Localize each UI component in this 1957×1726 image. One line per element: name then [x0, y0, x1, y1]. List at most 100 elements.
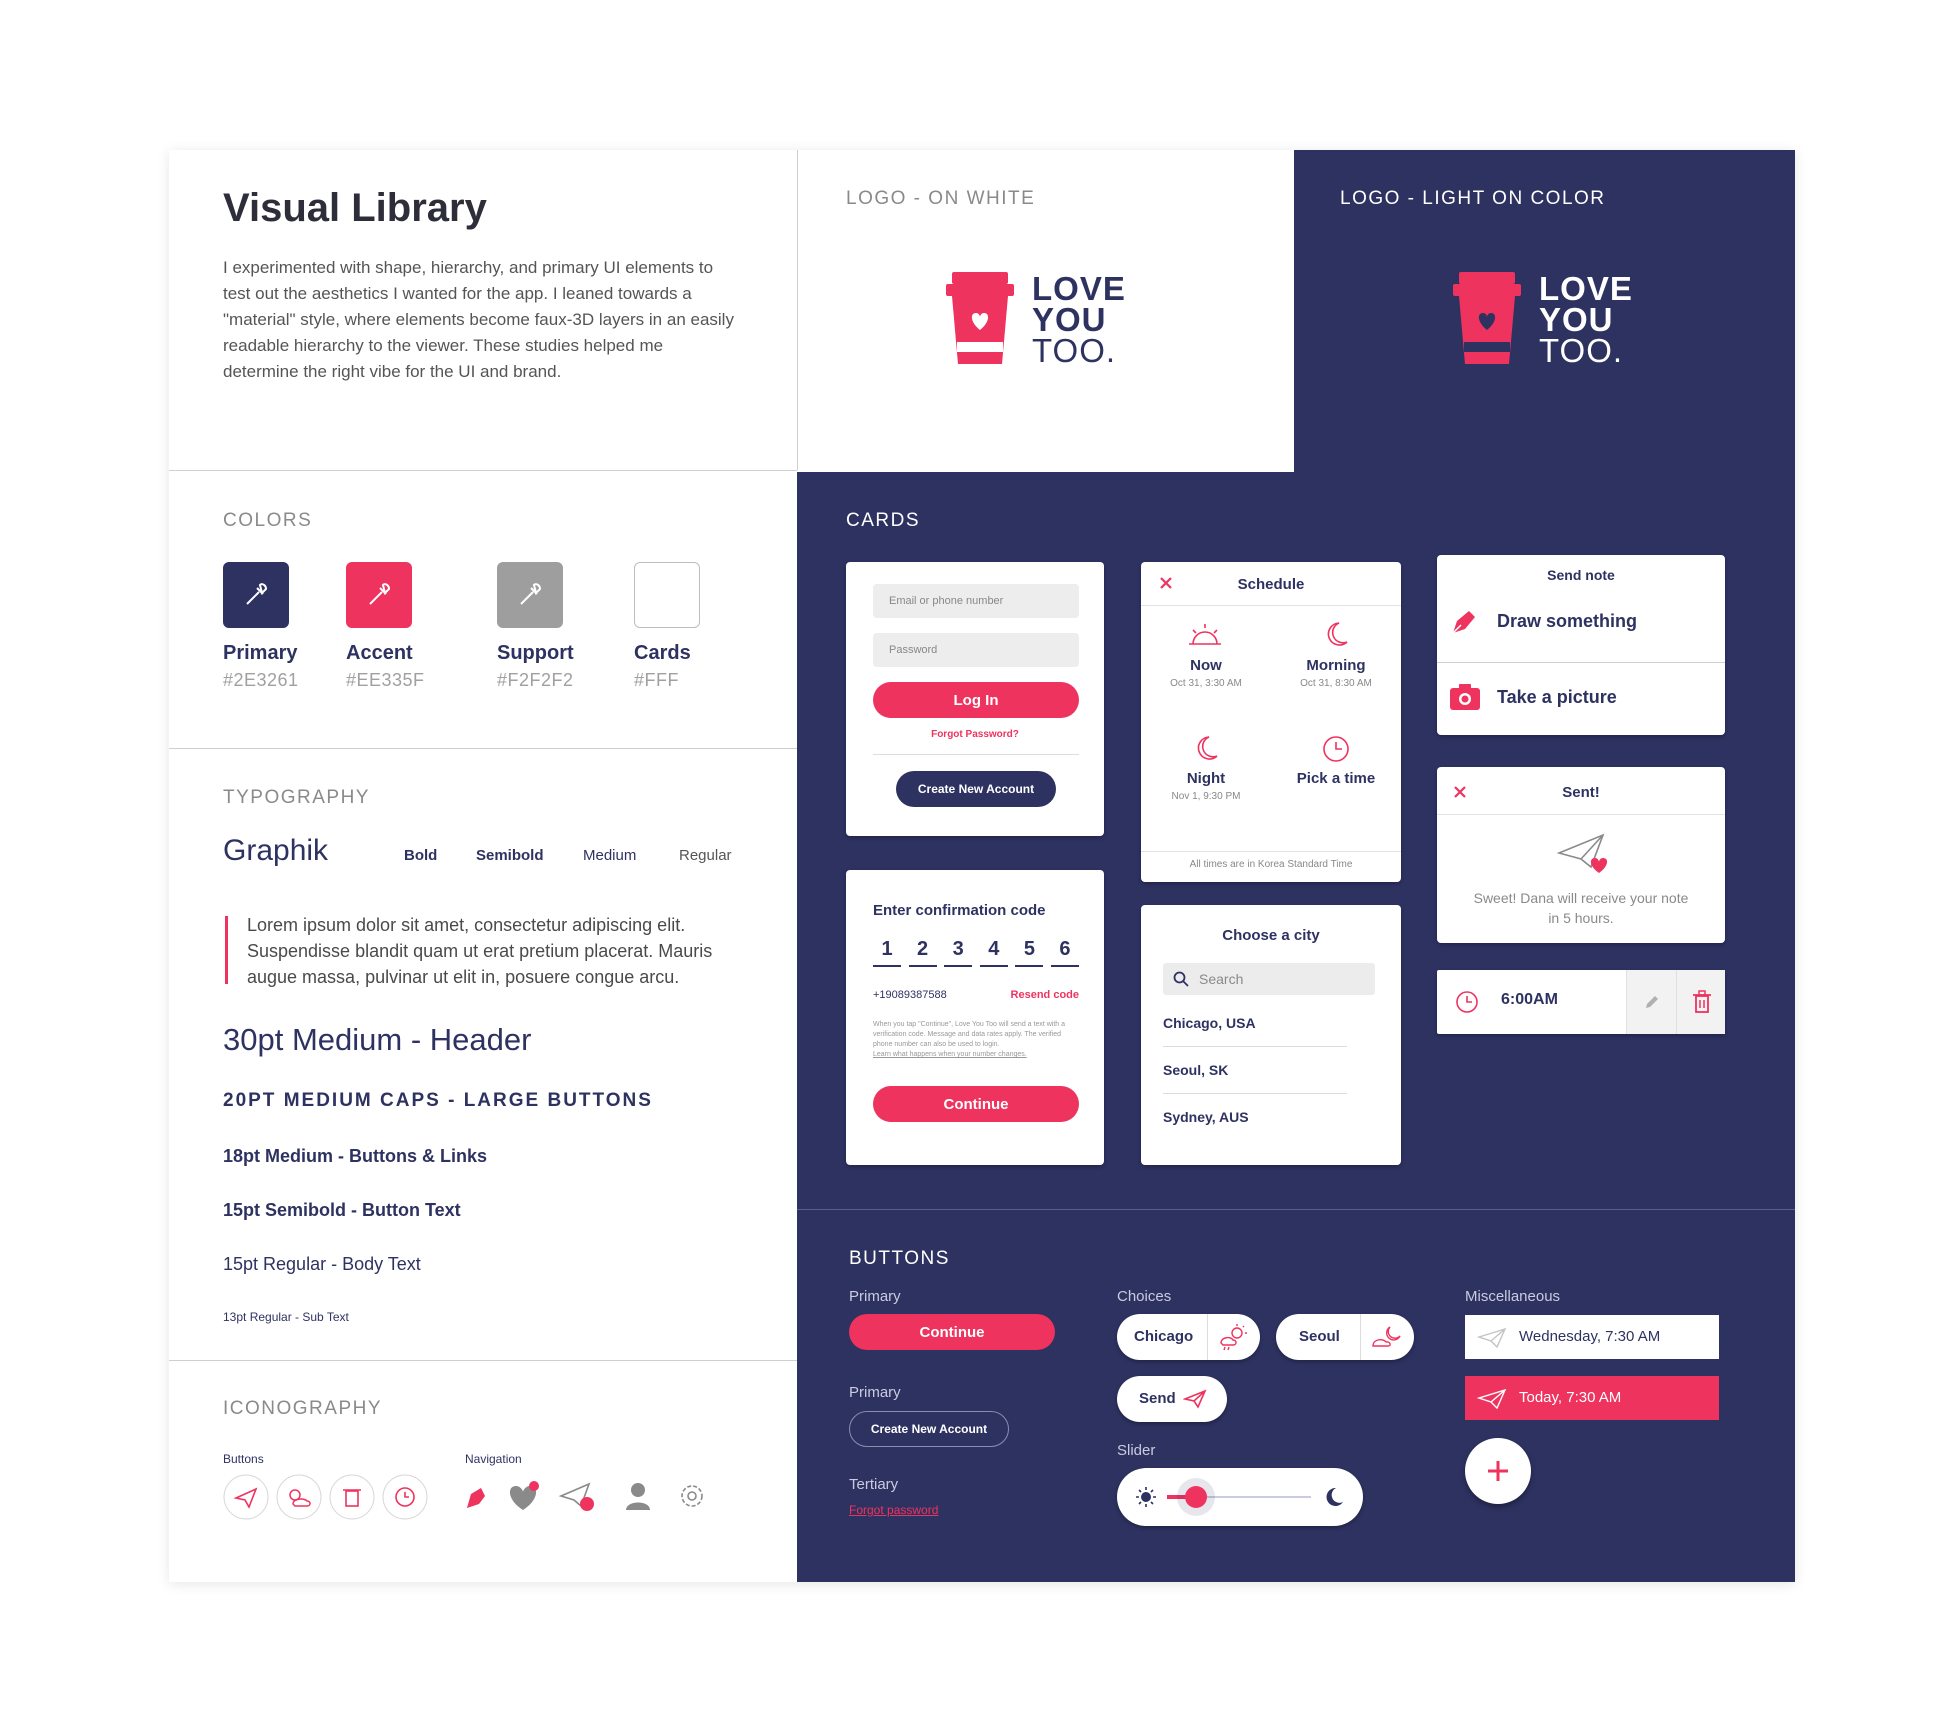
color-name: Support	[497, 642, 574, 664]
schedule-option-morning[interactable]: Morning	[1271, 657, 1401, 674]
alarm-time: 6:00AM	[1501, 991, 1558, 1008]
eyedropper-icon	[246, 583, 268, 605]
schedule-option-sub: Oct 31, 3:30 AM	[1170, 678, 1242, 689]
code-digit: 4	[979, 938, 1008, 967]
send-label: Send	[1139, 1390, 1176, 1407]
code-digits[interactable]: 1 2 3 4 5 6	[873, 938, 1079, 967]
caps-sample: 20PT MEDIUM CAPS - LARGE BUTTONS	[223, 1090, 653, 1111]
sent-clock-icon[interactable]	[558, 1482, 594, 1511]
divider	[1163, 1046, 1347, 1047]
choice-label: Seoul	[1299, 1328, 1340, 1345]
fine-print-link[interactable]: Learn what happens when your number chan…	[873, 1050, 1079, 1060]
schedule-option-now[interactable]: Now	[1141, 657, 1271, 674]
heart-icon[interactable]	[509, 1481, 539, 1510]
logo-on-white: LOVE YOU TOO.	[946, 269, 1126, 369]
delete-button[interactable]	[1676, 970, 1725, 1034]
forgot-password-link[interactable]: Forgot password	[849, 1503, 938, 1517]
quote-bar	[225, 916, 228, 984]
trash-icon[interactable]	[329, 1474, 375, 1520]
create-account-button[interactable]: Create New Account	[896, 771, 1056, 807]
logo-wordmark: LOVE YOU TOO.	[1032, 269, 1126, 369]
gear-icon[interactable]	[681, 1485, 703, 1507]
picture-option[interactable]: Take a picture	[1437, 663, 1725, 733]
send-note-card: Send note Draw something Take a picture	[1437, 555, 1725, 735]
logo-on-white-label: LOGO - ON WHITE	[846, 188, 1036, 209]
city-item[interactable]: Chicago, USA	[1163, 1015, 1256, 1031]
buttons-label: BUTTONS	[849, 1248, 950, 1269]
edit-button[interactable]	[1626, 970, 1676, 1034]
city-item[interactable]: Sydney, AUS	[1163, 1109, 1249, 1125]
choice-chicago[interactable]: Chicago	[1117, 1314, 1260, 1360]
forgot-password-link[interactable]: Forgot Password?	[846, 729, 1104, 740]
pencil-icon	[1646, 996, 1658, 1008]
primary-label: Primary	[849, 1288, 901, 1305]
moon-icon	[1197, 736, 1218, 760]
schedule-option-night[interactable]: Night	[1141, 770, 1271, 787]
code-digit: 2	[908, 938, 937, 967]
draw-option[interactable]: Draw something	[1437, 589, 1725, 655]
slider-label: Slider	[1117, 1442, 1156, 1459]
code-digit: 6	[1050, 938, 1079, 967]
city-item[interactable]: Seoul, SK	[1163, 1062, 1228, 1078]
divider	[1360, 1314, 1361, 1360]
send-icon[interactable]	[223, 1474, 269, 1520]
typography-label: TYPOGRAPHY	[223, 787, 370, 808]
moon-icon	[1327, 622, 1348, 646]
outline-create-account-button[interactable]: Create New Account	[849, 1411, 1009, 1447]
storm-icon	[1220, 1324, 1247, 1351]
trash-icon	[1693, 990, 1711, 1013]
schedule-card: Schedule Now Oct 31, 3:30 AM Morning Oct…	[1141, 562, 1401, 882]
plus-icon	[1488, 1461, 1508, 1481]
camera-icon	[1450, 684, 1480, 710]
colors-label: COLORS	[223, 510, 313, 531]
profile-icon[interactable]	[626, 1483, 650, 1510]
weather-icon[interactable]	[276, 1474, 322, 1520]
iconography-label: ICONOGRAPHY	[223, 1398, 383, 1419]
color-hex: #F2F2F2	[497, 670, 574, 690]
primary-continue-button[interactable]: Continue	[849, 1314, 1055, 1350]
cup-logo-icon	[1453, 272, 1521, 364]
logo-on-color: LOVE YOU TOO.	[1453, 272, 1633, 367]
misc-time-option-selected[interactable]: Today, 7:30 AM	[1465, 1376, 1719, 1420]
divider	[797, 150, 798, 470]
city-card: Choose a city Search Chicago, USA Seoul,…	[1141, 905, 1401, 1165]
accent-swatch	[346, 562, 412, 628]
city-search-input[interactable]: Search	[1163, 963, 1375, 995]
sent-title: Sent!	[1562, 784, 1600, 801]
choice-label: Chicago	[1134, 1328, 1194, 1345]
color-name: Cards	[634, 642, 691, 664]
pen-icon[interactable]	[467, 1488, 485, 1508]
divider	[1437, 814, 1725, 815]
weight-medium: Medium	[583, 847, 637, 864]
page-title: Visual Library	[223, 186, 487, 230]
cards-label: CARDS	[846, 510, 921, 531]
phone-number: +19089387588	[873, 989, 947, 1001]
brightness-slider[interactable]	[1117, 1468, 1363, 1526]
add-fab-button[interactable]	[1465, 1438, 1531, 1504]
misc-time-option[interactable]: Wednesday, 7:30 AM	[1465, 1315, 1719, 1359]
city-title: Choose a city	[1222, 927, 1320, 944]
schedule-option-pick-time[interactable]: Pick a time	[1271, 770, 1401, 787]
password-field[interactable]: Password	[873, 633, 1079, 667]
slider-thumb[interactable]	[1184, 1486, 1207, 1508]
paper-plane-heart-icon	[1557, 833, 1608, 873]
resend-code-link[interactable]: Resend code	[1006, 989, 1079, 1001]
code-digit: 3	[944, 938, 973, 967]
clock-icon[interactable]	[382, 1474, 428, 1520]
visual-library-board: Visual Library I experimented with shape…	[169, 150, 1795, 1582]
email-field[interactable]: Email or phone number	[873, 584, 1079, 618]
fine-print: When you tap "Continue", Love You Too wi…	[873, 1021, 1066, 1048]
header-sample: 30pt Medium - Header	[223, 1022, 532, 1057]
divider	[797, 1209, 1795, 1210]
login-button[interactable]: Log In	[873, 682, 1079, 718]
continue-button[interactable]: Continue	[873, 1086, 1079, 1122]
divider	[1163, 1093, 1347, 1094]
divider	[1207, 1314, 1208, 1360]
color-hex: #EE335F	[346, 670, 425, 690]
alarm-row: 6:00AM	[1437, 970, 1725, 1034]
clock-icon	[1323, 736, 1349, 762]
color-hex: #2E3261	[223, 670, 299, 690]
weight-regular: Regular	[679, 847, 732, 864]
choice-seoul[interactable]: Seoul	[1276, 1314, 1414, 1360]
send-button[interactable]: Send	[1117, 1376, 1227, 1422]
